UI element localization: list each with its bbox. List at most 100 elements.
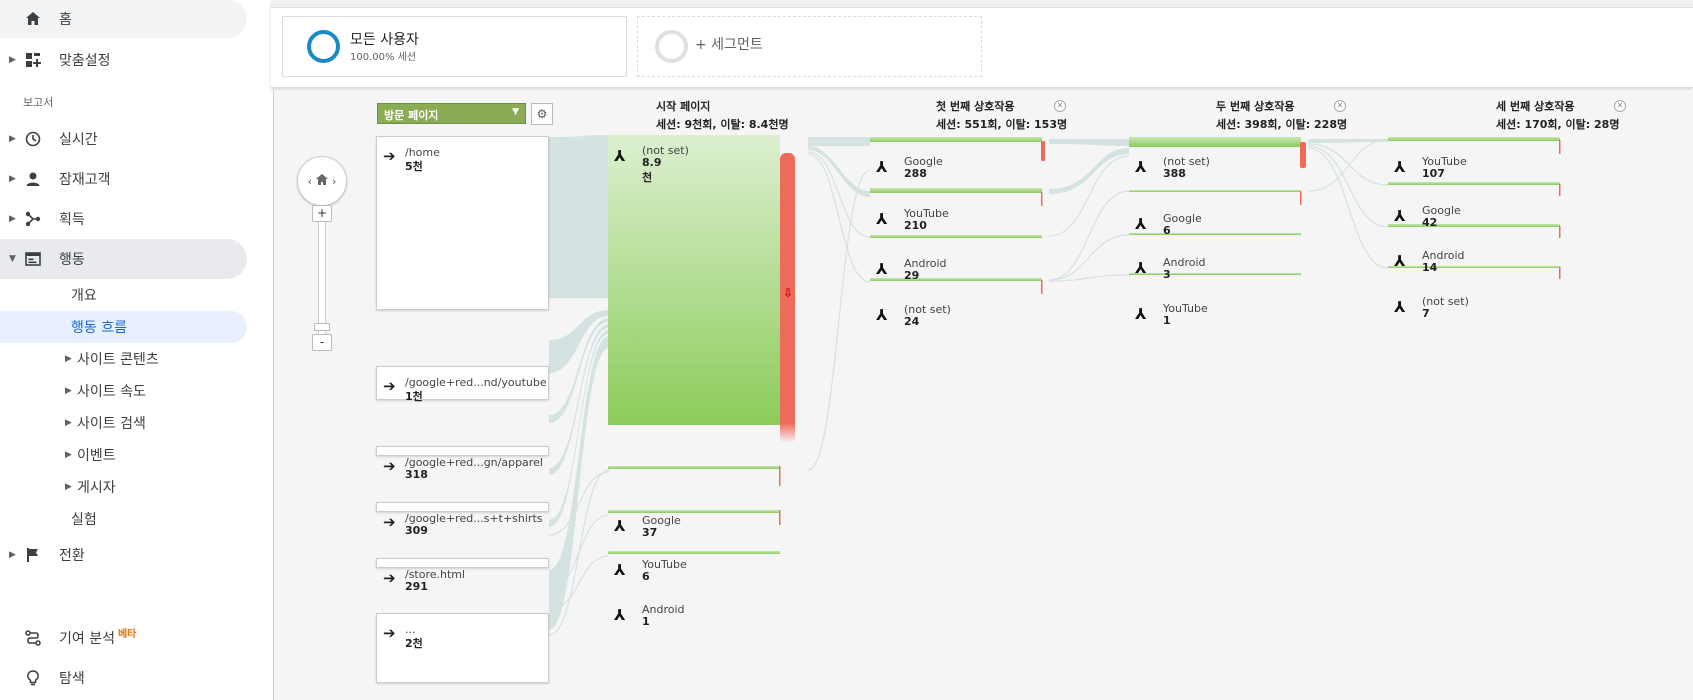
node-third-android[interactable] xyxy=(1388,224,1560,227)
nav-behavior-flow[interactable]: 행동 흐름 xyxy=(71,311,127,343)
acquisition-icon xyxy=(23,209,43,229)
landing-node[interactable]: ➔ ... 2천 xyxy=(376,613,549,683)
col-header-third: 세 번째 상호작용 세션: 170회, 이탈: 28명 xyxy=(1496,100,1620,131)
chevron-right-icon: ▶ xyxy=(9,174,16,184)
chevron-right-icon: ▶ xyxy=(9,214,16,224)
dropoff-first-google xyxy=(1041,141,1045,161)
add-segment-button[interactable]: + 세그먼트 xyxy=(637,16,982,77)
home-icon xyxy=(23,9,43,29)
chevron-left-icon[interactable]: ‹ xyxy=(308,175,312,188)
branch-icon: ⅄ xyxy=(614,147,626,165)
chevron-right-icon: ▶ xyxy=(9,550,16,560)
node-start-notset[interactable] xyxy=(608,135,780,425)
nav-site-search[interactable]: ▶ 사이트 검색 xyxy=(0,407,247,439)
entry-arrow-icon: ➔ xyxy=(383,624,396,642)
nav-experiments[interactable]: 실험 xyxy=(71,503,97,535)
col-header-first: 첫 번째 상호작용 세션: 551회, 이탈: 153명 xyxy=(936,100,1068,131)
chevron-right-icon: ▶ xyxy=(65,418,72,428)
landing-node[interactable]: ➔ /store.html 291 xyxy=(376,558,549,593)
branch-icon: ⅄ xyxy=(876,306,888,324)
branch-icon: ⅄ xyxy=(1135,215,1147,233)
branch-icon: ⅄ xyxy=(876,210,888,228)
chevron-down-icon: ▼ xyxy=(9,254,16,264)
chevron-right-icon: ▶ xyxy=(65,450,72,460)
top-divider xyxy=(271,0,1693,8)
nav-site-speed[interactable]: ▶ 사이트 속도 xyxy=(0,375,247,407)
chevron-right-icon: ▶ xyxy=(65,386,72,396)
node-second-google[interactable] xyxy=(1129,190,1301,192)
branch-icon: ⅄ xyxy=(1394,252,1406,270)
behavior-flow-canvas[interactable]: ⇩ ‹ › + - 방문 페이지 ▼ ⚙ 시작 페이지 세션: 9천회, 이탈:… xyxy=(273,90,1693,700)
node-second-youtube[interactable] xyxy=(1129,273,1301,275)
dropoff-second-notset xyxy=(1300,142,1306,168)
segment-all-users[interactable]: 모든 사용자 100.00% 세션 xyxy=(282,16,627,77)
landing-node[interactable]: ➔ /google+red...gn/apparel 318 xyxy=(376,446,549,481)
branch-icon: ⅄ xyxy=(1135,305,1147,323)
segment-ring-icon xyxy=(307,30,340,63)
branch-icon: ⅄ xyxy=(614,561,626,579)
close-column-icon[interactable]: ✕ xyxy=(1614,100,1626,112)
link-start-google xyxy=(808,137,870,146)
branch-icon: ⅄ xyxy=(614,606,626,624)
branch-icon: ⅄ xyxy=(1135,158,1147,176)
node-third-youtube[interactable] xyxy=(1388,137,1560,141)
node-first-android[interactable] xyxy=(870,235,1042,238)
node-start-youtube[interactable] xyxy=(608,510,780,513)
zoom-in-button[interactable]: + xyxy=(312,205,332,222)
link-other xyxy=(549,336,609,630)
landing-node[interactable]: ➔ /google+red...s+t+shirts 309 xyxy=(376,502,549,537)
zoom-slider-thumb[interactable] xyxy=(314,323,330,331)
home-icon[interactable] xyxy=(316,174,328,188)
gear-icon[interactable]: ⚙ xyxy=(531,103,553,125)
empty-segment-ring-icon xyxy=(655,30,688,63)
node-third-notset[interactable] xyxy=(1388,266,1560,268)
segment-bar: 모든 사용자 100.00% 세션 + 세그먼트 xyxy=(271,0,1693,88)
attribution-icon xyxy=(23,628,43,648)
flag-icon xyxy=(23,545,43,565)
branch-icon: ⅄ xyxy=(1135,259,1147,277)
landing-node[interactable]: ➔ /home 5천 xyxy=(376,136,549,310)
chevron-right-icon: ▶ xyxy=(9,55,16,65)
close-column-icon[interactable]: ✕ xyxy=(1054,100,1066,112)
branch-icon: ⅄ xyxy=(876,260,888,278)
close-column-icon[interactable]: ✕ xyxy=(1334,100,1346,112)
link-start-youtube xyxy=(808,146,870,197)
node-first-notset[interactable] xyxy=(870,278,1042,281)
nav-publisher[interactable]: ▶ 게시자 xyxy=(0,471,247,503)
col-header-start: 시작 페이지 세션: 9천회, 이탈: 8.4천명 xyxy=(656,100,789,131)
landing-page-dropdown[interactable]: 방문 페이지 ▼ xyxy=(377,103,526,124)
node-start-android[interactable] xyxy=(608,551,780,554)
chevron-right-icon: ▶ xyxy=(9,134,16,144)
link-first-notset xyxy=(1049,139,1129,146)
person-icon xyxy=(23,169,43,189)
clock-icon xyxy=(23,129,43,149)
entry-arrow-icon: ➔ xyxy=(383,569,396,587)
link-home xyxy=(549,135,609,298)
node-second-notset[interactable] xyxy=(1129,137,1301,147)
branch-icon: ⅄ xyxy=(1394,207,1406,225)
landing-node[interactable]: ➔ /google+red...nd/youtube 1천 xyxy=(376,366,549,403)
chevron-right-icon: ▶ xyxy=(65,354,72,364)
reports-section-label: 보고서 xyxy=(23,96,54,109)
chevron-right-icon: ▶ xyxy=(65,482,72,492)
chevron-right-icon[interactable]: › xyxy=(332,175,336,188)
entry-arrow-icon: ➔ xyxy=(383,513,396,531)
link-youtube xyxy=(549,310,609,373)
nav-events[interactable]: ▶ 이벤트 xyxy=(0,439,247,471)
zoom-out-button[interactable]: - xyxy=(312,334,332,351)
pan-home-control[interactable]: ‹ › xyxy=(297,156,347,206)
beta-badge: 베타 xyxy=(117,629,137,640)
node-first-google[interactable] xyxy=(870,137,1042,142)
second-third-lines xyxy=(1307,139,1389,269)
node-second-android[interactable] xyxy=(1129,233,1301,235)
nav-site-content[interactable]: ▶ 사이트 콘텐츠 xyxy=(0,343,247,375)
lightbulb-icon xyxy=(23,668,43,688)
branch-icon: ⅄ xyxy=(1394,158,1406,176)
node-first-youtube[interactable] xyxy=(870,188,1042,193)
dashboard-icon xyxy=(23,50,43,70)
nav-behavior-overview[interactable]: 개요 xyxy=(71,279,97,311)
node-third-google[interactable] xyxy=(1388,182,1560,185)
node-start-google[interactable] xyxy=(608,466,780,469)
branch-icon: ⅄ xyxy=(876,158,888,176)
col-header-second: 두 번째 상호작용 세션: 398회, 이탈: 228명 xyxy=(1216,100,1348,131)
